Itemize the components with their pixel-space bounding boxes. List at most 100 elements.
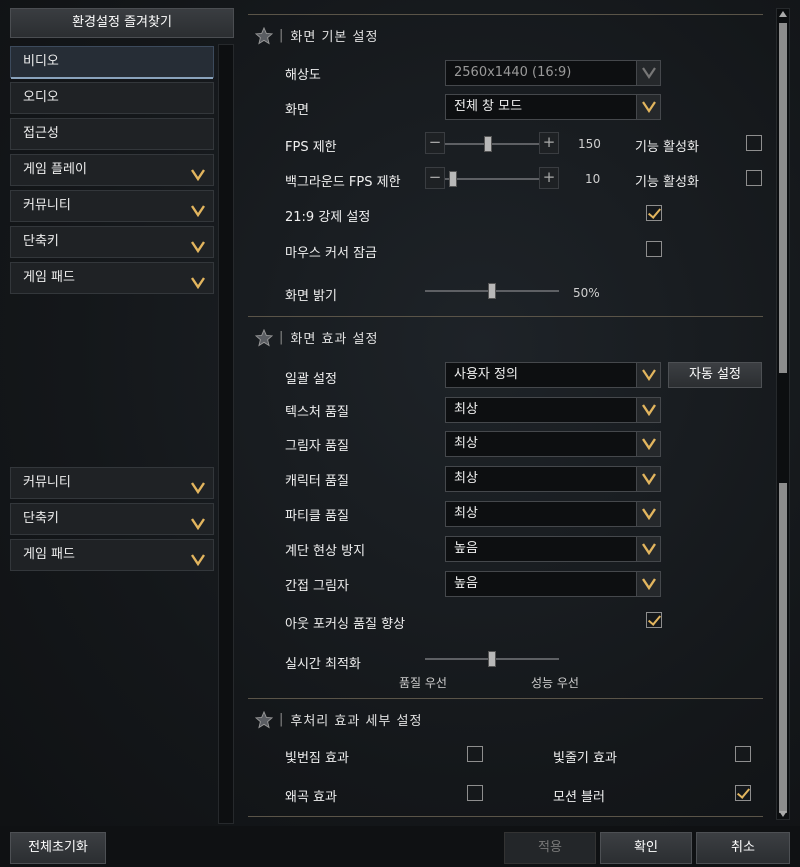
section-title-text: 후처리 효과 세부 설정 [290,714,423,729]
slider-track [445,143,539,145]
resolution-value: 2560x1440 (16:9) [454,65,572,80]
reset-all-button[interactable]: 전체초기화 [10,832,106,864]
sidebar-item[interactable]: 단축키 [10,503,214,535]
fps-limit-label: FPS 제한 [285,140,337,155]
brightness-slider[interactable] [425,279,559,303]
star-icon[interactable] [255,710,273,729]
resolution-dropdown[interactable]: 2560x1440 (16:9) [445,60,661,86]
section-divider [248,316,763,317]
indirect-shadow-label: 간접 그림자 [285,579,349,594]
scrollbar-thumb[interactable] [779,23,787,373]
screen-label: 화면 [285,103,309,118]
sidebar-item[interactable]: 비디오 [10,46,214,79]
indirect-shadow-dropdown[interactable]: 높음 [445,571,661,597]
chevron-down-icon [191,548,205,567]
increase-button[interactable]: + [539,132,559,154]
preset-dropdown[interactable]: 사용자 정의 [445,362,661,388]
sidebar-item-label: 게임 패드 [23,547,75,562]
shadow-quality-label: 그림자 품질 [285,439,349,454]
scroll-down-icon[interactable] [779,811,787,817]
settings-scrollbar[interactable] [776,8,790,820]
bg-fps-enable-checkbox[interactable] [746,170,762,186]
sidebar-item-label: 커뮤니티 [23,475,71,490]
lightshaft-label: 빛줄기 효과 [553,751,617,766]
screen-mode-value: 전체 창 모드 [454,99,523,114]
shadow-quality-dropdown[interactable]: 최상 [445,431,661,457]
chevron-down-icon [636,572,660,596]
slider-knob[interactable] [483,136,492,152]
scroll-up-icon[interactable] [779,11,787,17]
decrease-button[interactable]: − [425,167,445,189]
decrease-button[interactable]: − [425,132,445,154]
particle-quality-dropdown[interactable]: 최상 [445,501,661,527]
ratio-force-checkbox[interactable] [646,205,662,221]
fps-limit-slider[interactable]: − + [425,132,559,156]
bg-fps-limit-slider[interactable]: − + [425,167,559,191]
fps-enable-label: 기능 활성화 [635,140,699,155]
sidebar-item[interactable]: 게임 패드 [10,539,214,571]
character-quality-value: 최상 [454,471,478,486]
slider-knob[interactable] [488,283,496,299]
particle-quality-label: 파티클 품질 [285,509,349,524]
texture-quality-dropdown[interactable]: 최상 [445,397,661,423]
realtime-optimize-slider[interactable] [425,647,559,671]
cursor-lock-checkbox[interactable] [646,241,662,257]
distortion-label: 왜곡 효과 [285,790,337,805]
confirm-button[interactable]: 확인 [600,832,692,864]
motionblur-label: 모션 블러 [553,790,605,805]
star-icon[interactable] [255,328,273,347]
increase-button[interactable]: + [539,167,559,189]
outfocus-checkbox[interactable] [646,612,662,628]
auto-setting-button[interactable]: 자동 설정 [668,362,762,388]
section-divider [248,698,763,699]
motionblur-checkbox[interactable] [735,785,751,801]
sidebar-item-label: 비디오 [23,54,59,69]
distortion-checkbox[interactable] [467,785,483,801]
character-quality-label: 캐릭터 품질 [285,474,349,489]
anti-aliasing-dropdown[interactable]: 높음 [445,536,661,562]
chevron-down-icon [636,432,660,456]
preset-label: 일괄 설정 [285,372,337,387]
section-title-basic: | 화면 기본 설정 [255,26,378,45]
resolution-label: 해상도 [285,68,321,83]
slider-knob[interactable] [449,171,458,187]
sidebar-item[interactable]: 단축키 [10,226,214,258]
bg-fps-enable-label: 기능 활성화 [635,175,699,190]
fps-enable-checkbox[interactable] [746,135,762,151]
section-divider [248,816,763,817]
scrollbar-thumb[interactable] [779,483,787,813]
sidebar-item-label: 게임 플레이 [23,162,87,177]
sidebar-item[interactable]: 커뮤니티 [10,190,214,222]
sidebar-item[interactable]: 접근성 [10,118,214,150]
section-divider [248,14,763,15]
sidebar-item[interactable]: 게임 플레이 [10,154,214,186]
chevron-down-icon [191,512,205,531]
realtime-optimize-label: 실시간 최적화 [285,657,361,672]
lightshaft-checkbox[interactable] [735,746,751,762]
section-title-text: 화면 기본 설정 [290,30,379,45]
sidebar-item-label: 게임 패드 [23,270,75,285]
cancel-button[interactable]: 취소 [696,832,790,864]
sidebar-item[interactable]: 오디오 [10,82,214,114]
anti-aliasing-label: 계단 현상 방지 [285,544,366,559]
slider-knob[interactable] [488,651,496,667]
apply-button[interactable]: 적용 [504,832,596,864]
sidebar-item[interactable]: 게임 패드 [10,262,214,294]
character-quality-dropdown[interactable]: 최상 [445,466,661,492]
bloom-checkbox[interactable] [467,746,483,762]
chevron-down-icon [636,95,660,119]
cursor-lock-label: 마우스 커서 잠금 [285,246,377,261]
ratio-force-label: 21:9 강제 설정 [285,210,371,225]
brightness-value: 50% [573,286,600,300]
sidebar-scrollbar[interactable] [218,44,234,824]
particle-quality-value: 최상 [454,506,478,521]
star-icon[interactable] [255,26,273,45]
favorites-button[interactable]: 환경설정 즐겨찾기 [10,8,234,38]
sidebar-item[interactable]: 커뮤니티 [10,467,214,499]
section-title-post: | 후처리 효과 세부 설정 [255,710,422,729]
chevron-down-icon [191,199,205,218]
brightness-label: 화면 밝기 [285,289,337,304]
sidebar-item-label: 단축키 [23,234,59,249]
screen-mode-dropdown[interactable]: 전체 창 모드 [445,94,661,120]
sidebar-item-label: 커뮤니티 [23,198,71,213]
